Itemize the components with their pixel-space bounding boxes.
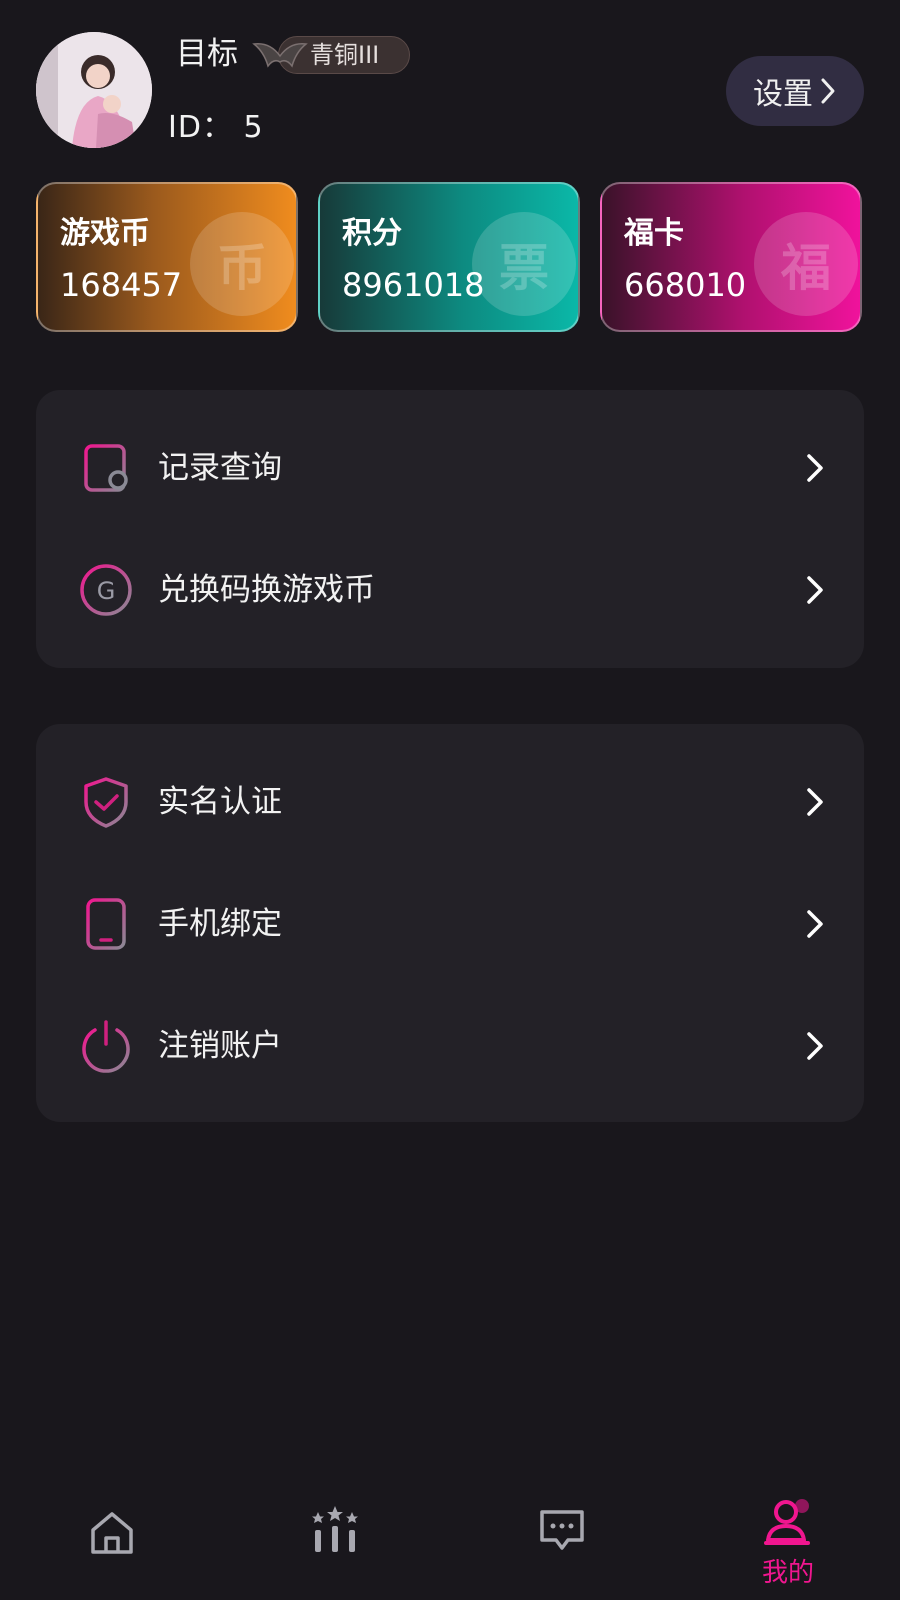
menu-item-redeem-code[interactable]: G 兑换码换游戏币: [36, 530, 864, 650]
svg-text:G: G: [97, 577, 116, 605]
redeem-code-icon: G: [80, 564, 132, 616]
rank-label: 青铜III: [310, 41, 380, 69]
settings-button[interactable]: 设置: [726, 56, 864, 126]
coin-watermark-icon: 币: [190, 212, 294, 316]
record-icon: [84, 444, 128, 492]
bottom-nav: 我的: [0, 1490, 900, 1600]
settings-label: 设置: [753, 77, 813, 112]
card-title: 积分: [342, 216, 402, 251]
username: 目标: [176, 36, 238, 72]
menu-item-label: 记录查询: [158, 450, 282, 486]
rank-badge: 青铜III: [252, 36, 410, 74]
home-icon: [91, 1512, 133, 1554]
chevron-right-icon: [807, 576, 823, 604]
menu-item-phone-binding[interactable]: 手机绑定: [36, 864, 864, 984]
menu-item-record-query[interactable]: 记录查询: [36, 408, 864, 528]
points-card[interactable]: 票 积分 8961018: [318, 182, 580, 332]
chevron-right-icon: [807, 910, 823, 938]
chevron-right-icon: [807, 788, 823, 816]
rank-wings-icon: [252, 43, 308, 68]
message-icon: [540, 1510, 584, 1550]
card-value: 668010: [624, 266, 747, 304]
menu-item-real-name[interactable]: 实名认证: [36, 742, 864, 862]
nav-home[interactable]: [52, 1490, 172, 1600]
nav-profile-label: 我的: [761, 1558, 814, 1588]
menu-item-label: 实名认证: [158, 784, 282, 820]
menu-panel-records: 记录查询 G 兑换码换游戏币: [36, 390, 864, 668]
user-id: ID： 5: [168, 110, 264, 145]
menu-item-label: 手机绑定: [158, 906, 282, 942]
menu-item-label: 注销账户: [158, 1028, 282, 1064]
power-icon: [82, 1020, 130, 1073]
profile-icon: [764, 1499, 810, 1545]
phone-icon: [86, 898, 126, 950]
chevron-right-icon: [807, 1032, 823, 1060]
nav-ranking[interactable]: [276, 1490, 396, 1600]
menu-panel-account: 实名认证 手机绑定 注销账户: [36, 724, 864, 1122]
ticket-watermark-icon: 票: [472, 212, 576, 316]
game-coin-card[interactable]: 币 游戏币 168457: [36, 182, 298, 332]
chevron-right-icon: [807, 454, 823, 482]
menu-item-cancel-account[interactable]: 注销账户: [36, 986, 864, 1106]
card-value: 8961018: [342, 266, 485, 304]
menu-item-label: 兑换码换游戏币: [158, 572, 375, 608]
chevron-right-icon: [821, 78, 835, 104]
card-title: 福卡: [624, 216, 684, 251]
fu-watermark-icon: 福: [754, 212, 858, 316]
shield-check-icon: [84, 777, 128, 828]
nav-profile[interactable]: 我的: [728, 1490, 848, 1600]
card-value: 168457: [60, 266, 183, 304]
avatar[interactable]: [36, 32, 152, 148]
fuka-card[interactable]: 福 福卡 668010: [600, 182, 862, 332]
card-title: 游戏币: [60, 216, 150, 251]
nav-messages[interactable]: [502, 1490, 622, 1600]
ranking-icon: [312, 1506, 358, 1552]
